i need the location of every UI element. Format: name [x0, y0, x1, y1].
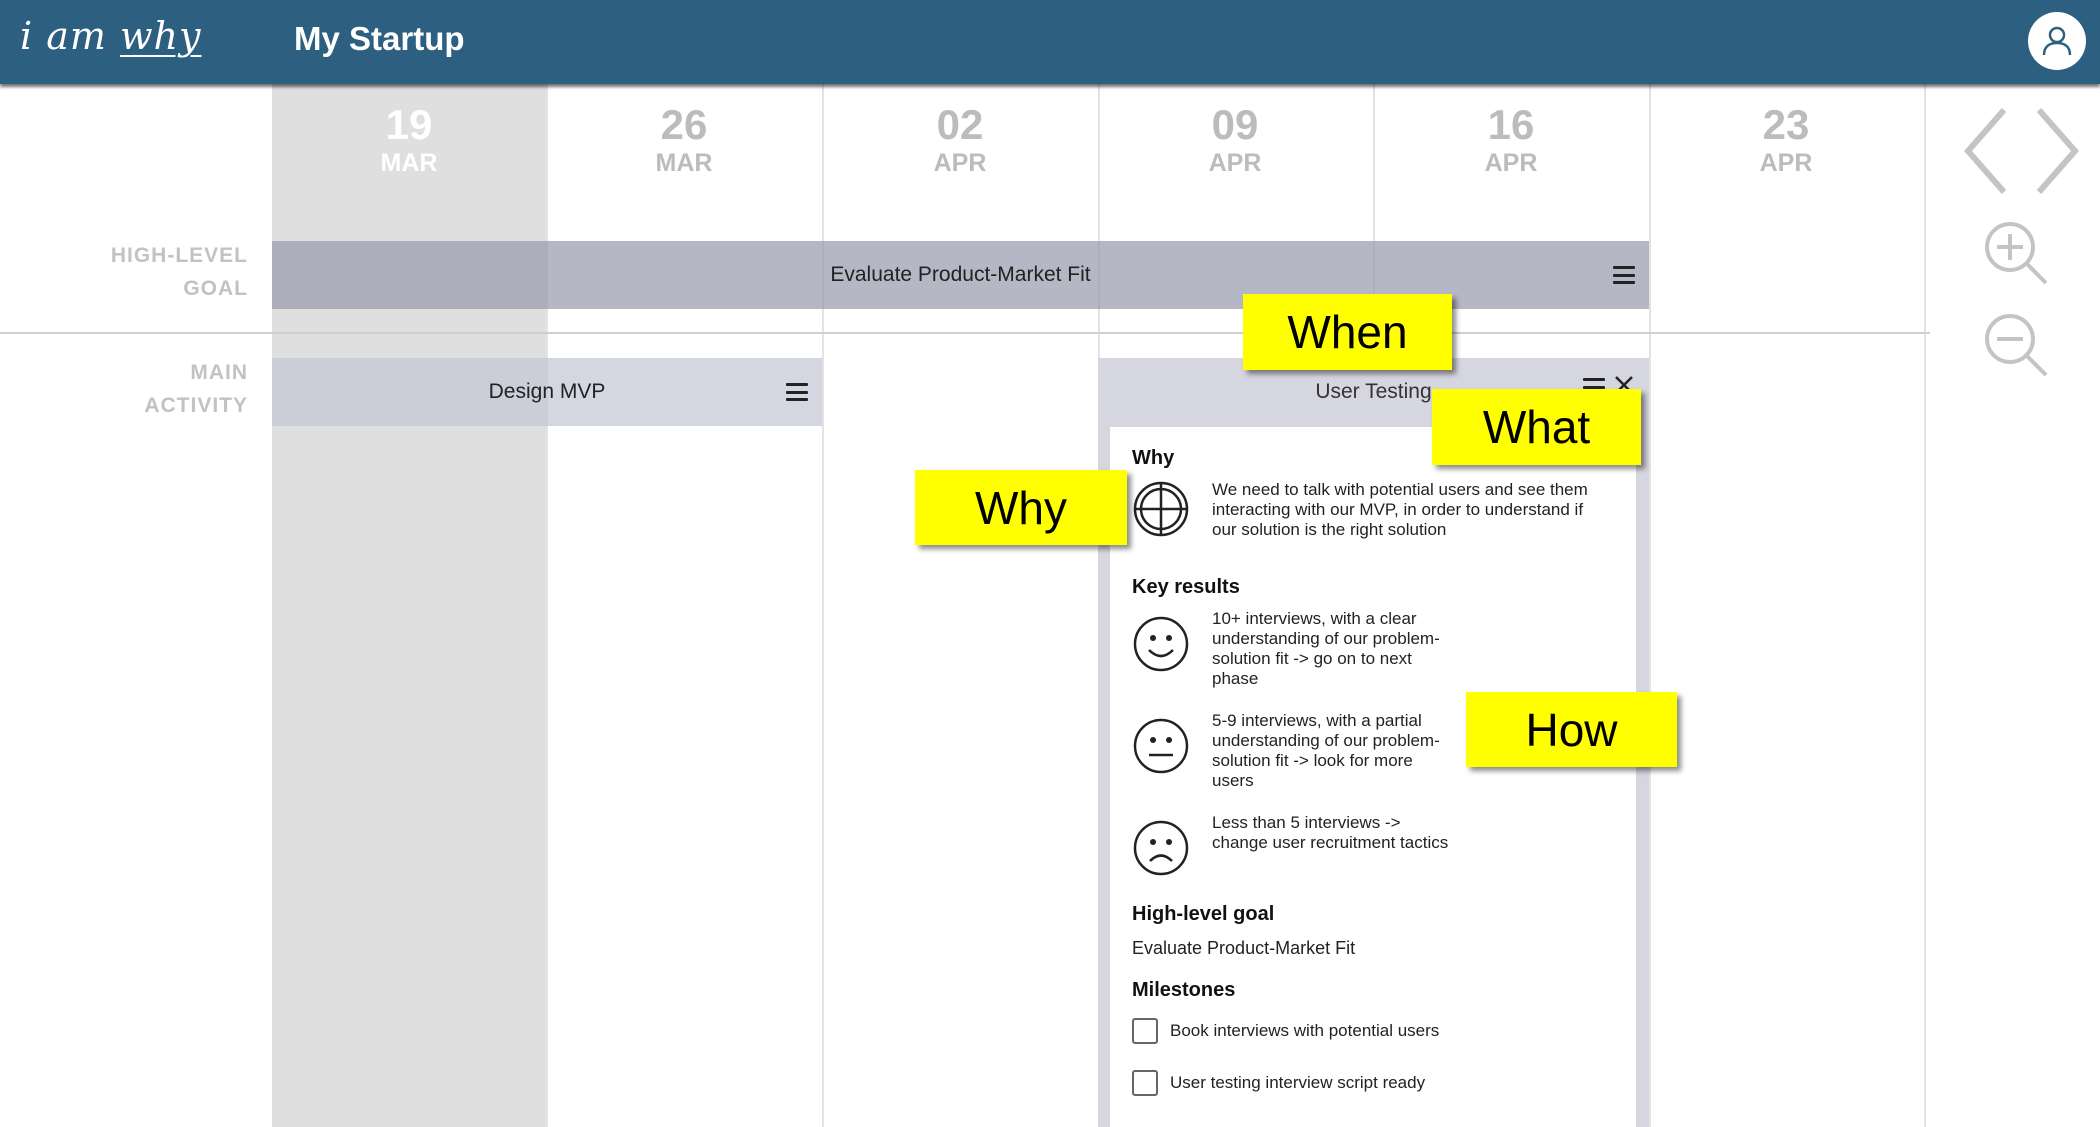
date-header-current[interactable]: 19 MAR: [271, 102, 547, 178]
row-label-main-activity: MAIN ACTIVITY: [144, 361, 248, 417]
row-label-high-level-goal: HIGH-LEVEL GOAL: [110, 244, 248, 300]
date-month: MAR: [380, 149, 438, 177]
sad-face-icon: [1133, 820, 1189, 876]
key-results-heading: Key results: [1132, 576, 1240, 598]
milestone-checkbox[interactable]: [1132, 1070, 1158, 1096]
key-result-item: Less than 5 interviews -> change user re…: [1132, 813, 1614, 877]
card-details: Why We need to talk with potential users…: [1110, 427, 1636, 1127]
activity-bar-design-mvp[interactable]: Design MVP: [272, 358, 822, 426]
date-header[interactable]: 23 APR: [1648, 102, 1924, 178]
date-month: APR: [1484, 149, 1538, 177]
callout-how: How: [1466, 692, 1677, 767]
date-header[interactable]: 09 APR: [1097, 102, 1373, 178]
date-month: APR: [1759, 149, 1813, 177]
callout-when: When: [1243, 294, 1452, 370]
user-icon: [2042, 26, 2072, 56]
milestone-item[interactable]: User testing interview script ready: [1132, 1070, 1614, 1096]
row-divider: [0, 332, 1930, 334]
target-crosshair-icon: [1133, 481, 1189, 537]
date-header[interactable]: 26 MAR: [546, 102, 822, 178]
goal-bar-label: Evaluate Product-Market Fit: [830, 263, 1091, 286]
callout-what: What: [1432, 389, 1641, 465]
app-logo[interactable]: i am why: [20, 14, 201, 70]
date-day: 23: [1762, 101, 1810, 148]
milestone-label: User testing interview script ready: [1170, 1073, 1426, 1092]
key-result-text: 5-9 interviews, with a partial understan…: [1212, 711, 1440, 790]
hamburger-menu-icon[interactable]: [786, 383, 808, 401]
column-divider: [1649, 84, 1651, 1127]
date-month: APR: [933, 149, 987, 177]
milestone-checkbox[interactable]: [1132, 1018, 1158, 1044]
key-result-text: Less than 5 interviews -> change user re…: [1212, 813, 1449, 852]
date-day: 16: [1487, 101, 1535, 148]
date-day: 09: [1211, 101, 1259, 148]
chevron-right-icon[interactable]: [2025, 106, 2085, 196]
hamburger-menu-icon[interactable]: [1613, 266, 1635, 284]
timeline-grid: 19 MAR 26 MAR 02 APR 09 APR 16 APR 23 AP…: [0, 84, 2100, 1127]
column-divider: [1924, 84, 1926, 1127]
date-day: 26: [660, 101, 708, 148]
top-bar: i am why My Startup: [0, 0, 2100, 84]
key-result-text: 10+ interviews, with a clear understandi…: [1212, 609, 1440, 688]
high-level-goal-heading: High-level goal: [1132, 903, 1275, 925]
zoom-out-icon[interactable]: [1980, 309, 2052, 381]
neutral-face-icon: [1133, 718, 1189, 774]
happy-face-icon: [1133, 616, 1189, 672]
date-header[interactable]: 16 APR: [1373, 102, 1649, 178]
callout-why: Why: [915, 470, 1127, 545]
date-month: APR: [1208, 149, 1262, 177]
milestone-item[interactable]: Book interviews with potential users: [1132, 1018, 1614, 1044]
zoom-in-icon[interactable]: [1980, 217, 2052, 289]
chevron-left-icon[interactable]: [1960, 106, 2020, 196]
why-text: We need to talk with potential users and…: [1212, 480, 1588, 539]
user-avatar-button[interactable]: [2028, 12, 2086, 70]
date-day: 19: [385, 101, 433, 148]
milestone-label: Book interviews with potential users: [1170, 1021, 1440, 1040]
key-result-item: 10+ interviews, with a clear understandi…: [1132, 609, 1614, 689]
activity-bar-label: Design MVP: [488, 380, 606, 403]
why-section: We need to talk with potential users and…: [1132, 480, 1614, 540]
logo-prefix: i am: [20, 14, 120, 58]
date-month: MAR: [655, 149, 713, 177]
date-header[interactable]: 02 APR: [822, 102, 1098, 178]
high-level-goal-value: Evaluate Product-Market Fit: [1132, 938, 1356, 958]
milestones-heading: Milestones: [1132, 979, 1236, 1001]
date-day: 02: [936, 101, 984, 148]
project-title: My Startup: [294, 20, 465, 57]
logo-emphasis: why: [120, 14, 202, 58]
